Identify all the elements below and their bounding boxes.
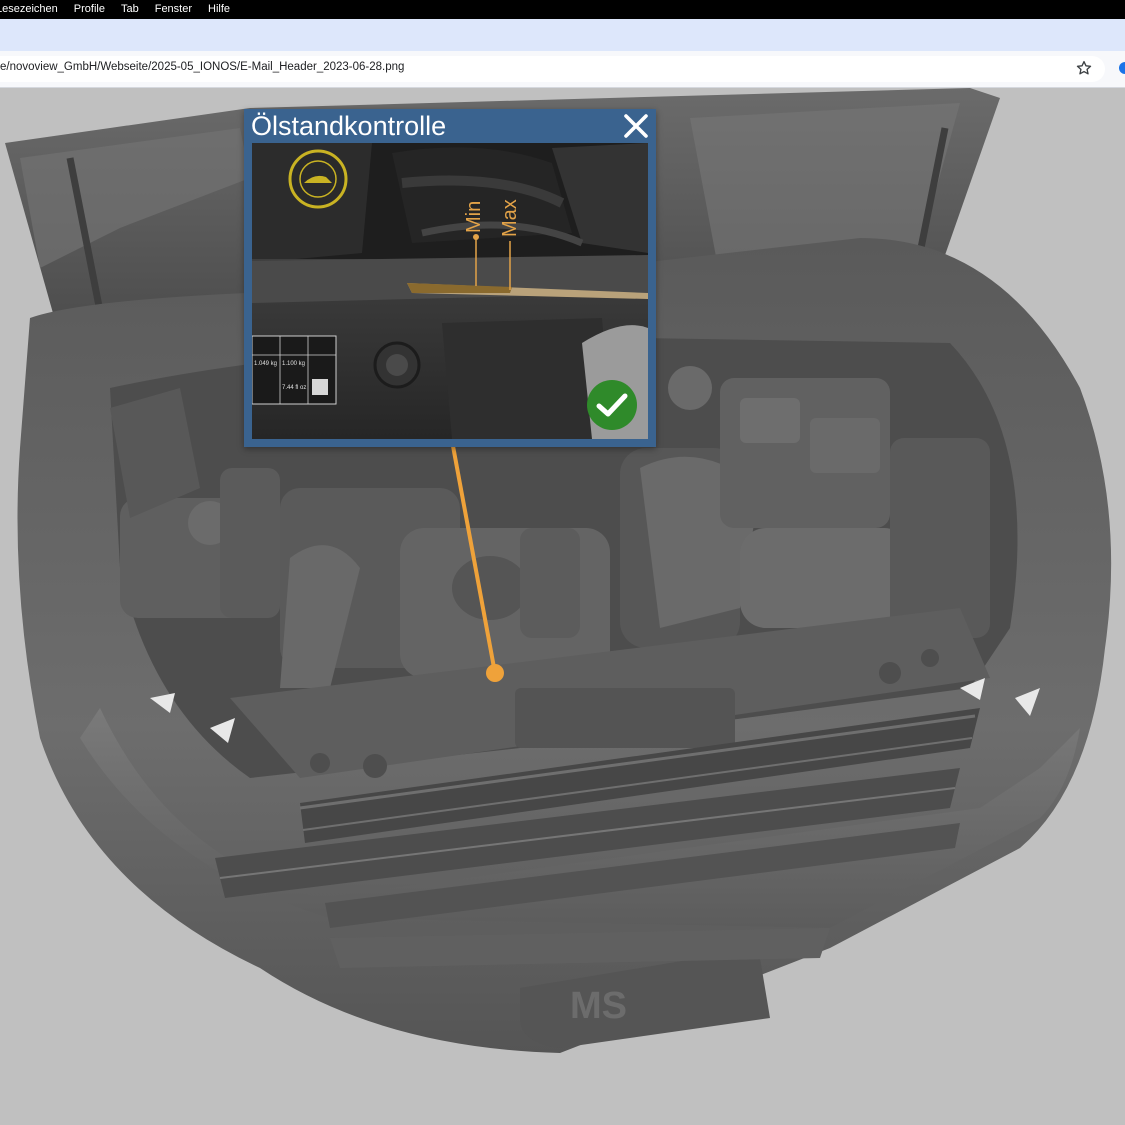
sticker-cell-1: 1.049 kg xyxy=(254,361,277,367)
menu-item-hilfe[interactable]: Hilfe xyxy=(200,0,238,19)
menu-item-fenster[interactable]: Fenster xyxy=(147,0,200,19)
plate-text: MS xyxy=(570,985,627,1027)
star-outline-icon[interactable] xyxy=(1075,59,1093,77)
menu-item-tab[interactable]: Tab xyxy=(113,0,147,19)
sticker-cell-2: 1.100 kg xyxy=(282,361,305,367)
browser-toolbar: e/novoview_GmbH/Webseite/2025-05_IONOS/E… xyxy=(0,51,1125,88)
profile-avatar-icon[interactable] xyxy=(1119,62,1125,74)
menu-item-lesezeichen[interactable]: Lesezeichen xyxy=(0,0,66,19)
dipstick-photo: Min Max 1.049 kg 1.100 kg 7.44 fl oz xyxy=(252,143,648,439)
menu-bar: Lesezeichen Profile Tab Fenster Hilfe xyxy=(0,0,1125,19)
checkmark-circle-icon xyxy=(587,380,637,430)
dipstick-min-label: Min xyxy=(463,201,485,233)
sticker-cell-3: 7.44 fl oz xyxy=(282,385,306,391)
close-x-icon[interactable] xyxy=(623,113,649,139)
capacity-sticker: 1.049 kg 1.100 kg 7.44 fl oz xyxy=(252,335,337,405)
callout-anchor-dot xyxy=(486,664,504,682)
menu-item-profile[interactable]: Profile xyxy=(66,0,113,19)
popup-title: Ölstandkontrolle xyxy=(251,111,447,141)
address-bar[interactable]: e/novoview_GmbH/Webseite/2025-05_IONOS/E… xyxy=(0,56,1105,82)
dipstick-max-label: Max xyxy=(499,199,521,237)
browser-tab-strip xyxy=(0,19,1125,51)
address-url[interactable]: e/novoview_GmbH/Webseite/2025-05_IONOS/E… xyxy=(0,61,404,73)
oil-level-popup: Ölstandkontrolle Min Max 1.049 kg 1.100 … xyxy=(244,109,656,447)
